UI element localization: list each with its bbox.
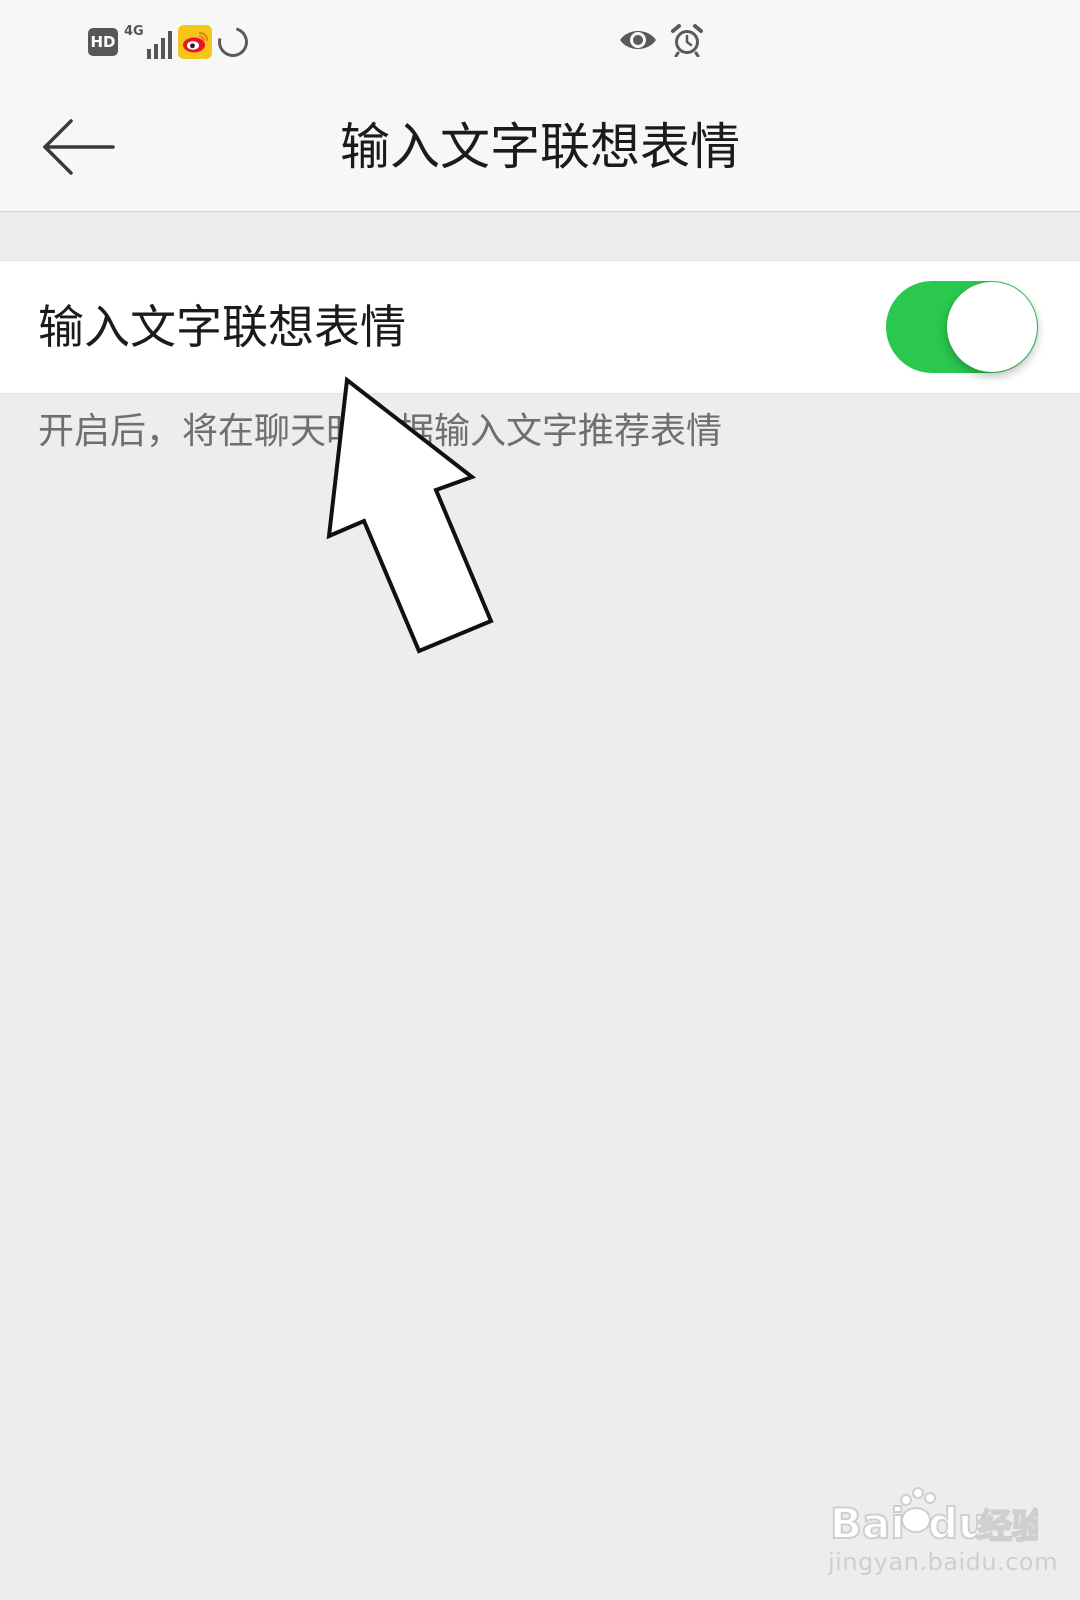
svg-text:Bai: Bai [830,1499,905,1548]
title-bar: 输入文字联想表情 [0,88,1080,212]
pointer-arrow-icon [326,376,494,654]
setting-description: 开启后，将在聊天时根据输入文字推荐表情 [38,411,723,452]
alarm-icon [670,23,704,61]
watermark-url: jingyan.baidu.com [828,1548,1058,1576]
signal-bar-3 [160,38,165,59]
status-bar: HD 4G [0,0,1080,88]
eye-icon [618,26,658,58]
weibo-icon [177,25,212,59]
toggle-knob [947,282,1037,372]
emoji-suggestion-toggle[interactable] [886,281,1038,373]
setting-label: 输入文字联想表情 [38,300,406,354]
page-title: 输入文字联想表情 [340,118,740,176]
signal-icon: 4G [124,25,172,59]
status-left-group: HD 4G [88,21,254,63]
hd-icon: HD [88,28,118,56]
setting-row-emoji-suggestion[interactable]: 输入文字联想表情 [0,260,1080,394]
signal-bars [146,29,172,59]
network-type-label: 4G [124,24,144,39]
status-right-group [618,22,704,62]
svg-text:经验: 经验 [978,1507,1038,1547]
loading-icon [212,21,254,63]
signal-bar-2 [153,44,158,59]
signal-bar-4 [167,31,172,59]
signal-bar-1 [146,49,151,59]
